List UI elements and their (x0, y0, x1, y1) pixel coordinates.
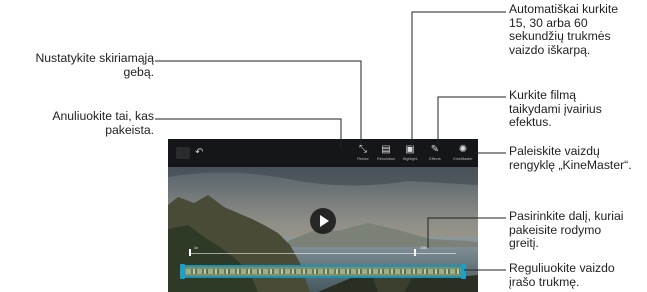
leader-effects (437, 96, 506, 147)
callout-leader-lines (155, 11, 506, 271)
leader-undo (155, 118, 342, 148)
leader-speed (427, 217, 506, 248)
leader-resolution (155, 60, 362, 145)
leader-highlight (411, 11, 506, 147)
